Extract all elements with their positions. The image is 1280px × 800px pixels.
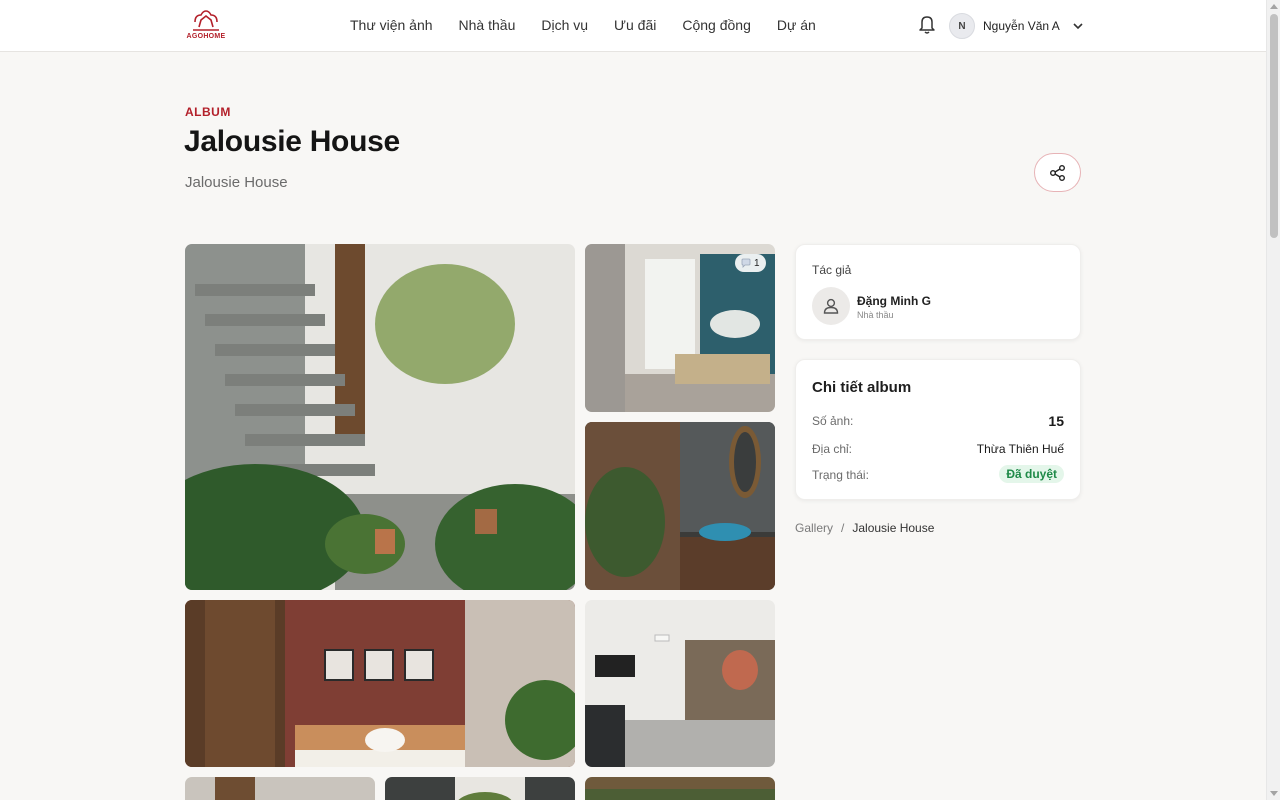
nav-item-uu-dai[interactable]: Ưu đãi [614,17,656,33]
author-role: Nhà thầu [857,310,894,320]
share-icon [1049,164,1065,181]
album-eyebrow: ALBUM [185,105,231,119]
author-label: Tác giả [812,263,852,277]
album-photo-bathroom[interactable] [585,422,775,590]
address-label: Địa chỉ: [812,442,853,456]
scroll-thumb[interactable] [1270,14,1278,238]
photo-count-value: 15 [1048,413,1064,429]
bell-icon[interactable] [918,14,936,34]
scroll-up-arrow[interactable] [1270,4,1278,9]
author-avatar[interactable] [812,287,850,325]
user-avatar: N [949,13,975,39]
author-card: Tác giả Đặng Minh G Nhà thầu [795,244,1081,340]
nav-item-du-an[interactable]: Dự án [777,17,816,33]
status-label: Trạng thái: [812,468,869,482]
album-title: Jalousie House [184,125,400,158]
breadcrumb-separator: / [841,521,845,535]
comment-count: 1 [754,257,760,269]
album-photo-staircase-garden[interactable] [185,244,575,590]
comment-icon [741,258,751,268]
agohome-logo[interactable]: AGOHOME [184,10,228,42]
main-nav: Thư viện ảnh Nhà thầu Dịch vụ Ưu đãi Cộn… [350,17,816,33]
user-icon [823,298,839,314]
photo-count-label: Số ảnh: [812,414,854,428]
nav-item-cong-dong[interactable]: Cộng đồng [682,17,751,33]
album-photo-thumb-8[interactable] [585,777,775,800]
user-menu[interactable]: N Nguyễn Văn A [949,13,1084,39]
logo-icon [193,10,219,31]
album-photo-guest-room[interactable] [585,600,775,767]
details-title: Chi tiết album [812,379,912,396]
status-badge: Đã duyệt [999,465,1064,483]
page-scrollbar[interactable] [1266,0,1280,800]
album-photo-thumb-7[interactable] [385,777,575,800]
album-photo-master-bedroom[interactable] [185,600,575,767]
comment-count-badge[interactable]: 1 [735,254,766,272]
share-button[interactable] [1034,153,1081,192]
breadcrumb-current: Jalousie House [852,521,935,535]
album-subtitle: Jalousie House [185,174,288,191]
logo-text: AGOHOME [186,33,226,40]
scroll-down-arrow[interactable] [1270,791,1278,796]
user-name: Nguyễn Văn A [983,19,1060,33]
nav-item-nha-thau[interactable]: Nhà thầu [459,17,516,33]
album-photo-thumb-6[interactable] [185,777,375,800]
address-value: Thừa Thiên Huế [976,442,1064,456]
chevron-down-icon [1073,23,1083,30]
nav-item-dich-vu[interactable]: Dịch vụ [541,17,588,33]
nav-item-thu-vien-anh[interactable]: Thư viện ảnh [350,17,433,33]
album-details-card: Chi tiết album Số ảnh: 15 Địa chỉ: Thừa … [795,359,1081,500]
breadcrumb-gallery[interactable]: Gallery [795,521,833,535]
top-navigation-bar: AGOHOME Thư viện ảnh Nhà thầu Dịch vụ Ưu… [0,0,1266,52]
author-name[interactable]: Đặng Minh G [857,294,931,308]
breadcrumb: Gallery / Jalousie House [795,521,934,535]
